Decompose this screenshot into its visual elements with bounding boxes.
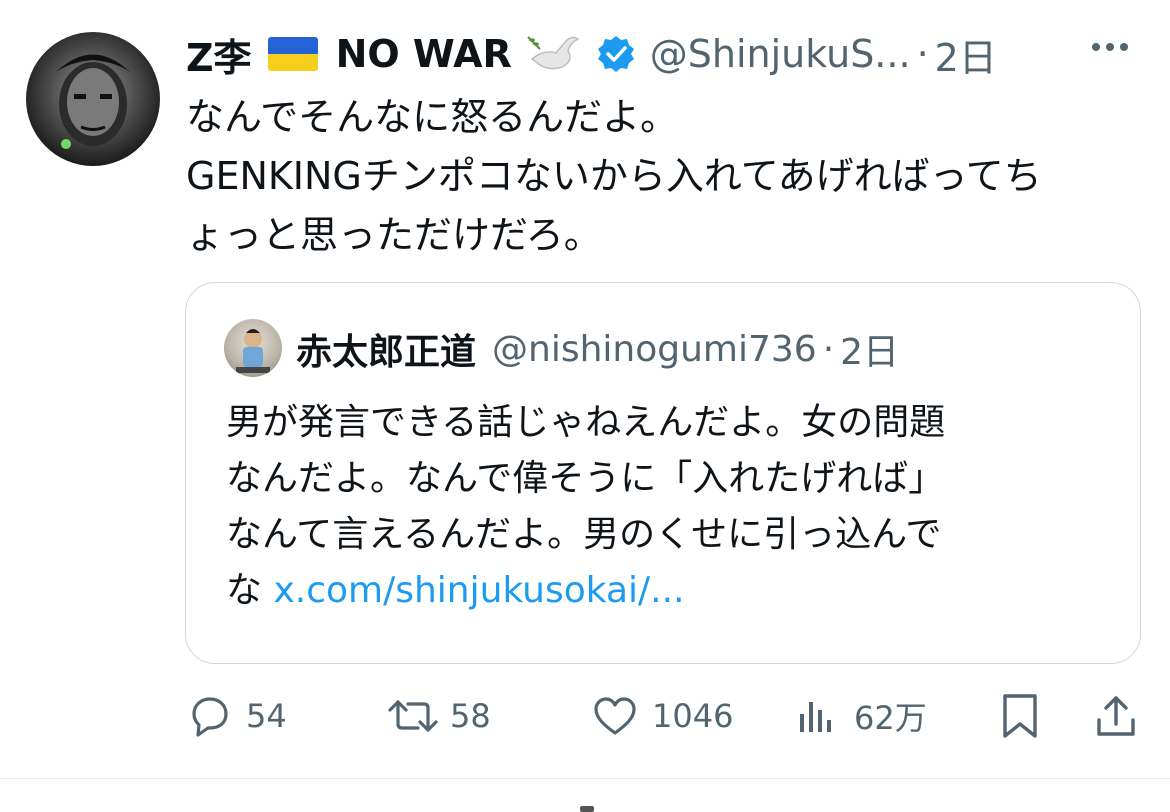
quoted-line-last: な x.com/shinjukusokai/... [226,563,1106,619]
views-count: 62万 [854,699,927,737]
retweet-count: 58 [450,697,491,735]
divider [0,778,1170,779]
quoted-line: 男が発言できる話じゃねえんだよ。女の問題 [226,402,946,443]
share-icon [1097,696,1135,736]
separator-dot: · [822,328,835,370]
quoted-timestamp[interactable]: 2日 [840,323,899,375]
quoted-tweet-header: 赤太郎正道 @nishinogumi736 · 2日 [296,321,899,377]
reply-button[interactable]: 54 [188,686,287,746]
quoted-tweet-body: 男が発言できる話じゃねえんだよ。女の問題 なんだよ。なんで偉そうに「入れたげれば… [226,395,1106,619]
quoted-line: なんだよ。なんで偉そうに「入れたげれば」 [226,458,945,499]
like-icon [594,697,636,735]
ukraine-flag-icon [267,37,318,71]
more-icon[interactable] [1092,36,1140,60]
quoted-tweet[interactable]: 赤太郎正道 @nishinogumi736 · 2日 男が発言できる話じゃねえん… [185,282,1141,664]
next-item-peek [580,806,594,812]
like-count: 1046 [652,697,734,735]
bookmark-icon [1003,694,1037,738]
quoted-user-handle[interactable]: @nishinogumi736 [492,329,817,370]
tweet-line: なんでそんなに怒るんだよ。 [186,95,679,139]
quoted-line-prefix: な [226,570,263,611]
tweet-body: なんでそんなに怒るんだよ。 GENKINGチンポコないから入れてあげればってち … [186,88,1156,265]
tweet-header: Z李 NO WAR @ShinjukuS... · 2日 [186,26,997,82]
quoted-line: なんて言えるんだよ。男のくせに引っ込んで [226,514,942,555]
like-button[interactable]: 1046 [592,686,733,746]
share-button[interactable] [1094,686,1138,746]
separator-dot: · [916,32,929,76]
quoted-display-name[interactable]: 赤太郎正道 [296,323,476,375]
tweet-line: ょっと思っただけだろ。 [186,213,602,257]
user-avatar[interactable] [26,32,160,166]
views-button[interactable]: 62万 [796,686,927,746]
action-bar: 54 58 1046 62万 [0,686,1170,746]
retweet-icon [388,700,438,732]
tweet-line: GENKINGチンポコないから入れてあげればってち [186,154,1042,198]
quoted-link[interactable]: x.com/shinjukusokai/... [273,570,684,611]
reply-count: 54 [246,697,287,735]
bookmark-button[interactable] [998,686,1042,746]
reply-icon [192,697,228,737]
views-icon [800,702,831,732]
timestamp[interactable]: 2日 [935,27,997,82]
user-handle[interactable]: @ShinjukuS... [650,32,911,76]
retweet-button[interactable]: 58 [386,686,491,746]
display-name[interactable]: Z李 [186,27,252,82]
quoted-user-avatar[interactable] [224,319,282,377]
display-name-suffix[interactable]: NO WAR [336,32,512,76]
dove-icon [526,31,582,77]
verified-badge-icon [596,34,636,74]
